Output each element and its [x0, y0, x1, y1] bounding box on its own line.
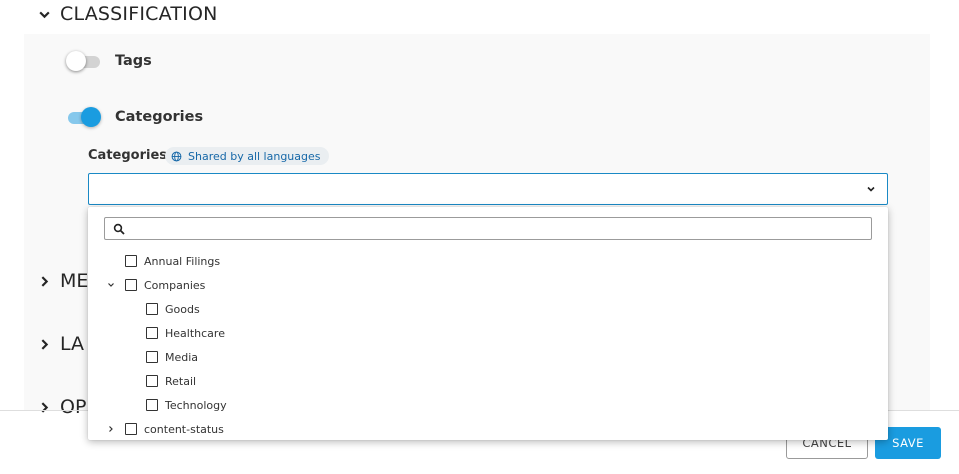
tree-item-content-status[interactable]: content-status: [109, 420, 224, 438]
checkbox[interactable]: [146, 303, 158, 315]
tree-item-label: Technology: [165, 398, 227, 412]
chevron-down-icon[interactable]: [105, 279, 117, 291]
search-icon: [113, 223, 125, 235]
checkbox[interactable]: [146, 399, 158, 411]
tree-item-label: Retail: [165, 374, 197, 388]
globe-icon: [171, 151, 182, 161]
category-search-input[interactable]: [133, 220, 863, 237]
chevron-right-icon[interactable]: [105, 423, 117, 435]
categories-field-label: Categories: [88, 148, 168, 163]
chevron-down-icon: [867, 186, 875, 192]
tree-item-label: Goods: [165, 302, 200, 316]
chevron-right-icon: [34, 397, 54, 417]
categories-dropdown: Annual Filings Companies Goods Healthcar…: [88, 207, 888, 440]
tags-toggle-row: Tags: [66, 49, 152, 73]
categories-select[interactable]: [88, 173, 888, 205]
checkbox[interactable]: [125, 423, 137, 435]
classification-title: CLASSIFICATION: [60, 3, 218, 25]
tree-item-retail[interactable]: Retail: [146, 372, 196, 390]
checkbox[interactable]: [146, 351, 158, 363]
page: CLASSIFICATION Tags Categories Categorie…: [0, 0, 959, 474]
toggle-knob: [66, 51, 86, 71]
chevron-right-icon: [34, 271, 54, 291]
shared-languages-badge-text: Shared by all languages: [188, 149, 321, 163]
tree-item-media[interactable]: Media: [146, 348, 198, 366]
tree-item-companies[interactable]: Companies: [108, 276, 206, 294]
collapsed-section-header[interactable]: LA: [34, 330, 84, 358]
checkbox[interactable]: [125, 255, 137, 267]
collapsed-section-title: OP: [60, 396, 87, 418]
collapsed-section-title: ME: [60, 270, 89, 292]
chevron-down-icon: [34, 4, 54, 24]
shared-languages-badge: Shared by all languages: [165, 147, 329, 165]
toggle-knob: [81, 107, 101, 127]
tags-toggle-label: Tags: [115, 53, 152, 69]
categories-toggle[interactable]: [66, 105, 102, 129]
categories-toggle-label: Categories: [115, 109, 204, 125]
categories-toggle-row: Categories: [66, 105, 203, 129]
tree-item-healthcare[interactable]: Healthcare: [146, 324, 225, 342]
tree-item-technology[interactable]: Technology: [146, 396, 227, 414]
tree-item-label: Healthcare: [165, 326, 225, 340]
checkbox[interactable]: [146, 327, 158, 339]
tree-item-label: content-status: [144, 422, 224, 436]
category-search-field[interactable]: [104, 217, 872, 240]
tree-item-label: Annual Filings: [144, 254, 221, 268]
tree-item-label: Companies: [144, 278, 206, 292]
tree-item-label: Media: [165, 350, 199, 364]
tags-toggle[interactable]: [66, 49, 102, 73]
collapsed-section-header[interactable]: ME: [34, 267, 88, 295]
checkbox[interactable]: [125, 279, 137, 291]
collapsed-section-title: LA: [60, 333, 85, 355]
tree-item-goods[interactable]: Goods: [146, 300, 200, 318]
tree-item-annual-filings[interactable]: Annual Filings: [125, 252, 220, 270]
chevron-right-icon: [34, 334, 54, 354]
classification-section-header[interactable]: CLASSIFICATION: [34, 0, 218, 28]
checkbox[interactable]: [146, 375, 158, 387]
collapsed-section-header[interactable]: OP: [34, 393, 86, 421]
